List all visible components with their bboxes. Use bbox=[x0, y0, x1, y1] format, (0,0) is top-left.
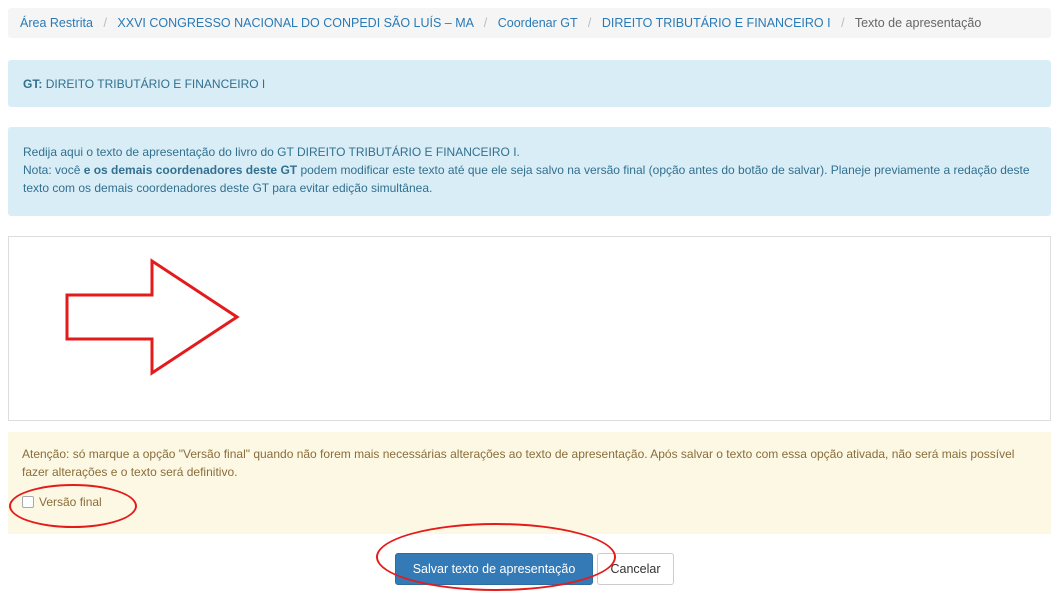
breadcrumb-separator: / bbox=[103, 16, 107, 30]
gt-info-box: GT: DIREITO TRIBUTÁRIO E FINANCEIRO I bbox=[8, 60, 1051, 107]
final-version-label: Versão final bbox=[39, 495, 102, 509]
breadcrumb-link-area-restrita[interactable]: Área Restrita bbox=[20, 16, 93, 30]
warning-box: Atenção: só marque a opção "Versão final… bbox=[8, 432, 1051, 534]
note-bold: e os demais coordenadores deste GT bbox=[83, 163, 298, 177]
breadcrumb-link-coordenar-gt[interactable]: Coordenar GT bbox=[498, 16, 578, 30]
save-button[interactable]: Salvar texto de apresentação bbox=[395, 553, 593, 585]
gt-label: GT: bbox=[23, 77, 43, 91]
right-arrow-outline-icon bbox=[65, 258, 240, 376]
cancel-button[interactable]: Cancelar bbox=[597, 553, 674, 585]
breadcrumb: Área Restrita / XXVI CONGRESSO NACIONAL … bbox=[8, 8, 1051, 38]
page: Área Restrita / XXVI CONGRESSO NACIONAL … bbox=[0, 0, 1051, 593]
breadcrumb-separator: / bbox=[483, 16, 488, 30]
breadcrumb-link-congresso[interactable]: XXVI CONGRESSO NACIONAL DO CONPEDI SÃO L… bbox=[117, 16, 473, 30]
presentation-text-editor[interactable] bbox=[8, 236, 1051, 421]
final-version-option[interactable]: Versão final bbox=[22, 492, 102, 512]
description-note: Nota: você e os demais coordenadores des… bbox=[23, 161, 1036, 197]
warning-text: Atenção: só marque a opção "Versão final… bbox=[22, 447, 1015, 479]
description-line: Redija aqui o texto de apresentação do l… bbox=[23, 145, 520, 159]
breadcrumb-separator: / bbox=[587, 16, 592, 30]
note-prefix: Nota: você bbox=[23, 163, 84, 177]
breadcrumb-link-gt[interactable]: DIREITO TRIBUTÁRIO E FINANCEIRO I bbox=[602, 16, 831, 30]
breadcrumb-separator: / bbox=[841, 16, 845, 30]
breadcrumb-current: Texto de apresentação bbox=[854, 16, 982, 30]
final-version-checkbox[interactable] bbox=[22, 496, 34, 508]
gt-value: DIREITO TRIBUTÁRIO E FINANCEIRO I bbox=[45, 77, 266, 91]
description-box: Redija aqui o texto de apresentação do l… bbox=[8, 127, 1051, 216]
